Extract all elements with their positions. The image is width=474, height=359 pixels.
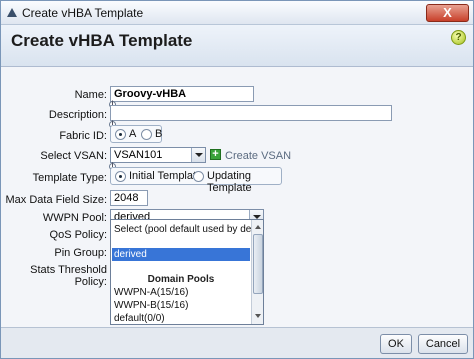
- wwpn-pool-label: WWPN Pool:: [42, 212, 107, 224]
- cancel-button[interactable]: Cancel: [418, 334, 468, 354]
- app-icon: [7, 8, 17, 17]
- initial-template-radio[interactable]: [115, 171, 126, 182]
- close-button[interactable]: X: [426, 4, 469, 22]
- name-input[interactable]: Groovy-vHBA: [110, 86, 254, 102]
- vsan-select[interactable]: VSAN101: [110, 147, 206, 163]
- qos-policy-label: QoS Policy:: [49, 229, 107, 241]
- vsan-label: Select VSAN:: [40, 150, 107, 162]
- dialog-footer: OK Cancel: [1, 327, 473, 358]
- dropdown-scrollbar[interactable]: [251, 220, 263, 324]
- dropdown-option-default-pool[interactable]: default(0/0): [112, 312, 250, 324]
- max-data-field-input[interactable]: 2048: [110, 190, 148, 206]
- template-type-label: Template Type:: [32, 172, 107, 184]
- updating-template-radio[interactable]: [193, 171, 204, 182]
- dropdown-option-default[interactable]: Select (pool default used by default): [112, 223, 263, 236]
- ok-button[interactable]: OK: [380, 334, 412, 354]
- fabric-id-group: A B: [110, 125, 162, 143]
- window-title: Create vHBA Template: [22, 6, 144, 20]
- initial-template-label: Initial Template: [129, 170, 203, 182]
- dropdown-option-derived[interactable]: derived: [112, 248, 250, 261]
- chevron-down-icon[interactable]: [191, 148, 205, 162]
- dropdown-option-wwpn-b[interactable]: WWPN-B(15/16): [112, 299, 250, 312]
- description-label: Description:: [48, 109, 107, 121]
- name-label: Name:: [74, 89, 107, 101]
- scroll-up-icon[interactable]: [253, 221, 263, 233]
- stats-threshold-policy-label: Stats Threshold Policy:: [30, 264, 107, 288]
- vsan-select-value: VSAN101: [114, 149, 163, 161]
- dropdown-option-wwpn-a[interactable]: WWPN-A(15/16): [112, 286, 250, 299]
- fabric-id-label: Fabric ID:: [59, 130, 107, 142]
- description-input[interactable]: [110, 105, 392, 121]
- page-title: Create vHBA Template: [11, 31, 193, 50]
- max-data-field-label: Max Data Field Size:: [5, 194, 107, 206]
- fabric-b-label: B: [155, 128, 163, 140]
- add-icon[interactable]: +: [210, 149, 221, 160]
- fabric-a-label: A: [129, 128, 137, 140]
- updating-template-label: Updating Template: [207, 170, 252, 194]
- help-icon[interactable]: ?: [451, 30, 466, 45]
- wwpn-pool-dropdown[interactable]: Select (pool default used by default) de…: [110, 219, 264, 325]
- title-bar[interactable]: Create vHBA Template X: [1, 1, 473, 25]
- scrollbar-thumb[interactable]: [253, 234, 263, 294]
- dialog-header: Create vHBA Template ?: [1, 25, 473, 67]
- fabric-b-radio[interactable]: [141, 129, 152, 140]
- pin-group-label: Pin Group:: [54, 247, 107, 259]
- fabric-a-radio[interactable]: [115, 129, 126, 140]
- template-type-group: Initial Template Updating Template: [110, 167, 282, 194]
- scroll-down-icon[interactable]: [253, 310, 263, 322]
- create-vsan-link[interactable]: Create VSAN: [225, 150, 291, 162]
- dialog-window: Create vHBA Template X Create vHBA Templ…: [0, 0, 474, 359]
- dropdown-group-title: Domain Pools: [147, 274, 215, 285]
